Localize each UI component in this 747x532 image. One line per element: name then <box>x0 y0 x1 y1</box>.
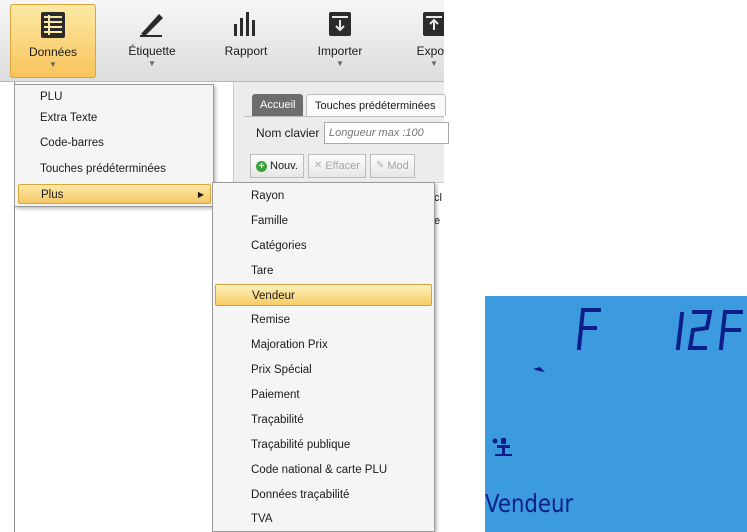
scale-lcd-display: Vendeur <box>485 296 747 532</box>
menu-item-plu[interactable]: PLU <box>18 87 211 107</box>
chevron-right-icon: ▶ <box>197 190 204 199</box>
submenu-item-rayon[interactable]: Rayon <box>215 185 432 207</box>
new-button[interactable]: + Nouv. <box>250 154 304 178</box>
record-toolbar: + Nouv. ✕ Effacer ✎ Mod <box>250 154 415 178</box>
ribbon-label: Export <box>416 44 444 58</box>
menu-item-code-barres[interactable]: Code-barres <box>18 133 211 153</box>
plus-icon: + <box>256 160 267 172</box>
menu-item-plus-label: Plus <box>41 189 64 201</box>
edit-icon: ✎ <box>375 160 385 171</box>
submenu-item-tracabilite[interactable]: Traçabilité <box>215 409 432 431</box>
submenu-item-vendeur[interactable]: Vendeur <box>215 284 432 306</box>
tab-touches-predeterminees[interactable]: Touches prédéterminées <box>306 94 446 116</box>
submenu-item-code-national[interactable]: Code national & carte PLU <box>215 459 432 481</box>
chevron-down-icon: ▼ <box>148 59 156 68</box>
grid-header-fragment: cl <box>434 192 442 204</box>
delete-label: Effacer <box>325 160 360 172</box>
report-bars-icon <box>234 12 255 36</box>
delete-button[interactable]: ✕ Effacer <box>307 154 366 178</box>
donnees-dropdown-menu: PLU Extra Texte Code-barres Touches préd… <box>14 84 214 207</box>
ribbon-button-importer[interactable]: Importer ▼ <box>298 4 382 78</box>
ribbon-toolbar: Données ▼ Étiquette ▼ Rapport Importer ▼ <box>0 0 444 82</box>
keyboard-name-label: Nom clavier <box>256 126 320 140</box>
ribbon-button-donnees[interactable]: Données ▼ <box>10 4 96 78</box>
ribbon-button-rapport[interactable]: Rapport <box>204 4 288 78</box>
tab-divider <box>244 116 444 117</box>
submenu-item-tare[interactable]: Tare <box>215 260 432 282</box>
ribbon-label: Importer <box>317 44 363 58</box>
anchor-icon <box>492 438 512 456</box>
modify-button[interactable]: ✎ Mod <box>369 154 415 178</box>
plus-submenu: Rayon Famille Catégories Tare Vendeur Re… <box>212 182 435 532</box>
data-list-icon <box>41 12 65 38</box>
menu-item-extra-texte[interactable]: Extra Texte <box>18 108 211 128</box>
lcd-indicator-icon <box>533 367 545 372</box>
menu-item-touches-predeterminees[interactable]: Touches prédéterminées <box>18 159 211 179</box>
submenu-item-majoration-prix[interactable]: Majoration Prix <box>215 334 432 356</box>
ribbon-label: Rapport <box>224 44 268 58</box>
import-icon <box>329 12 351 36</box>
new-label: Nouv. <box>270 160 298 172</box>
label-pen-icon <box>140 14 163 37</box>
ribbon-label: Étiquette <box>128 44 176 58</box>
ribbon-button-export[interactable]: Export ▼ <box>392 4 444 78</box>
menu-item-plus[interactable]: Plus ▶ <box>18 184 211 204</box>
tab-accueil[interactable]: Accueil <box>252 94 304 116</box>
modify-label: Mod <box>387 160 409 172</box>
keyboard-name-input[interactable] <box>324 122 449 144</box>
submenu-item-tva[interactable]: TVA <box>215 508 432 530</box>
submenu-item-categories[interactable]: Catégories <box>215 235 432 257</box>
delete-icon: ✕ <box>313 160 323 171</box>
chevron-down-icon: ▼ <box>430 59 438 68</box>
chevron-down-icon: ▼ <box>49 60 57 69</box>
submenu-item-famille[interactable]: Famille <box>215 210 432 232</box>
submenu-item-tracabilite-publique[interactable]: Traçabilité publique <box>215 434 432 456</box>
chevron-down-icon: ▼ <box>336 59 344 68</box>
submenu-item-donnees-tracabilite[interactable]: Données traçabilité <box>215 484 432 506</box>
export-icon <box>423 12 444 36</box>
ribbon-button-etiquette[interactable]: Étiquette ▼ <box>110 4 194 78</box>
ribbon-label: Données <box>28 45 78 59</box>
lcd-label-text: Vendeur <box>485 489 574 518</box>
submenu-item-paiement[interactable]: Paiement <box>215 384 432 406</box>
submenu-item-remise[interactable]: Remise <box>215 309 432 331</box>
submenu-item-prix-special[interactable]: Prix Spécial <box>215 359 432 381</box>
